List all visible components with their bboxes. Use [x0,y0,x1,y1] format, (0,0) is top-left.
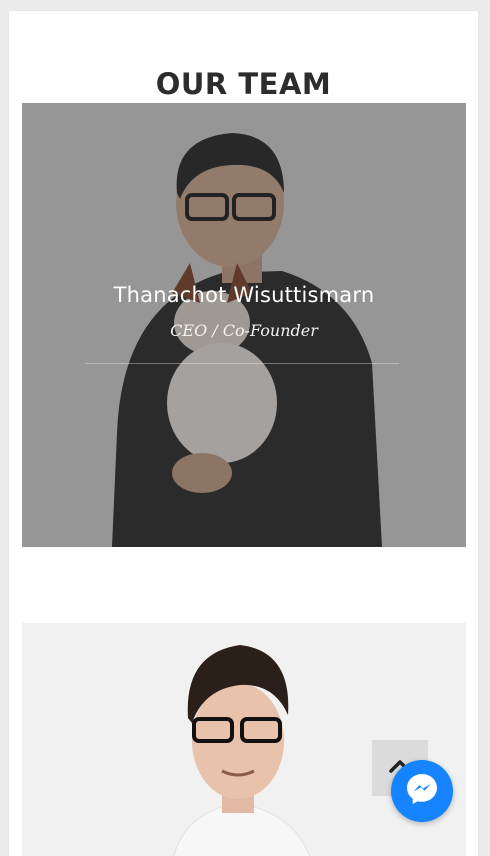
messenger-chat-button[interactable] [391,760,453,822]
member-role: CEO / Co-Founder [170,321,318,340]
page-container: OUR TEAM Thanachot Wisuttismarn CEO / Co… [9,11,478,856]
divider [85,363,399,364]
messenger-icon [404,771,440,812]
section-title: OUR TEAM [155,67,332,102]
team-member-card[interactable]: Thanachot Wisuttismarn CEO / Co-Founder [22,103,466,547]
member-name: Thanachot Wisuttismarn [113,283,375,307]
